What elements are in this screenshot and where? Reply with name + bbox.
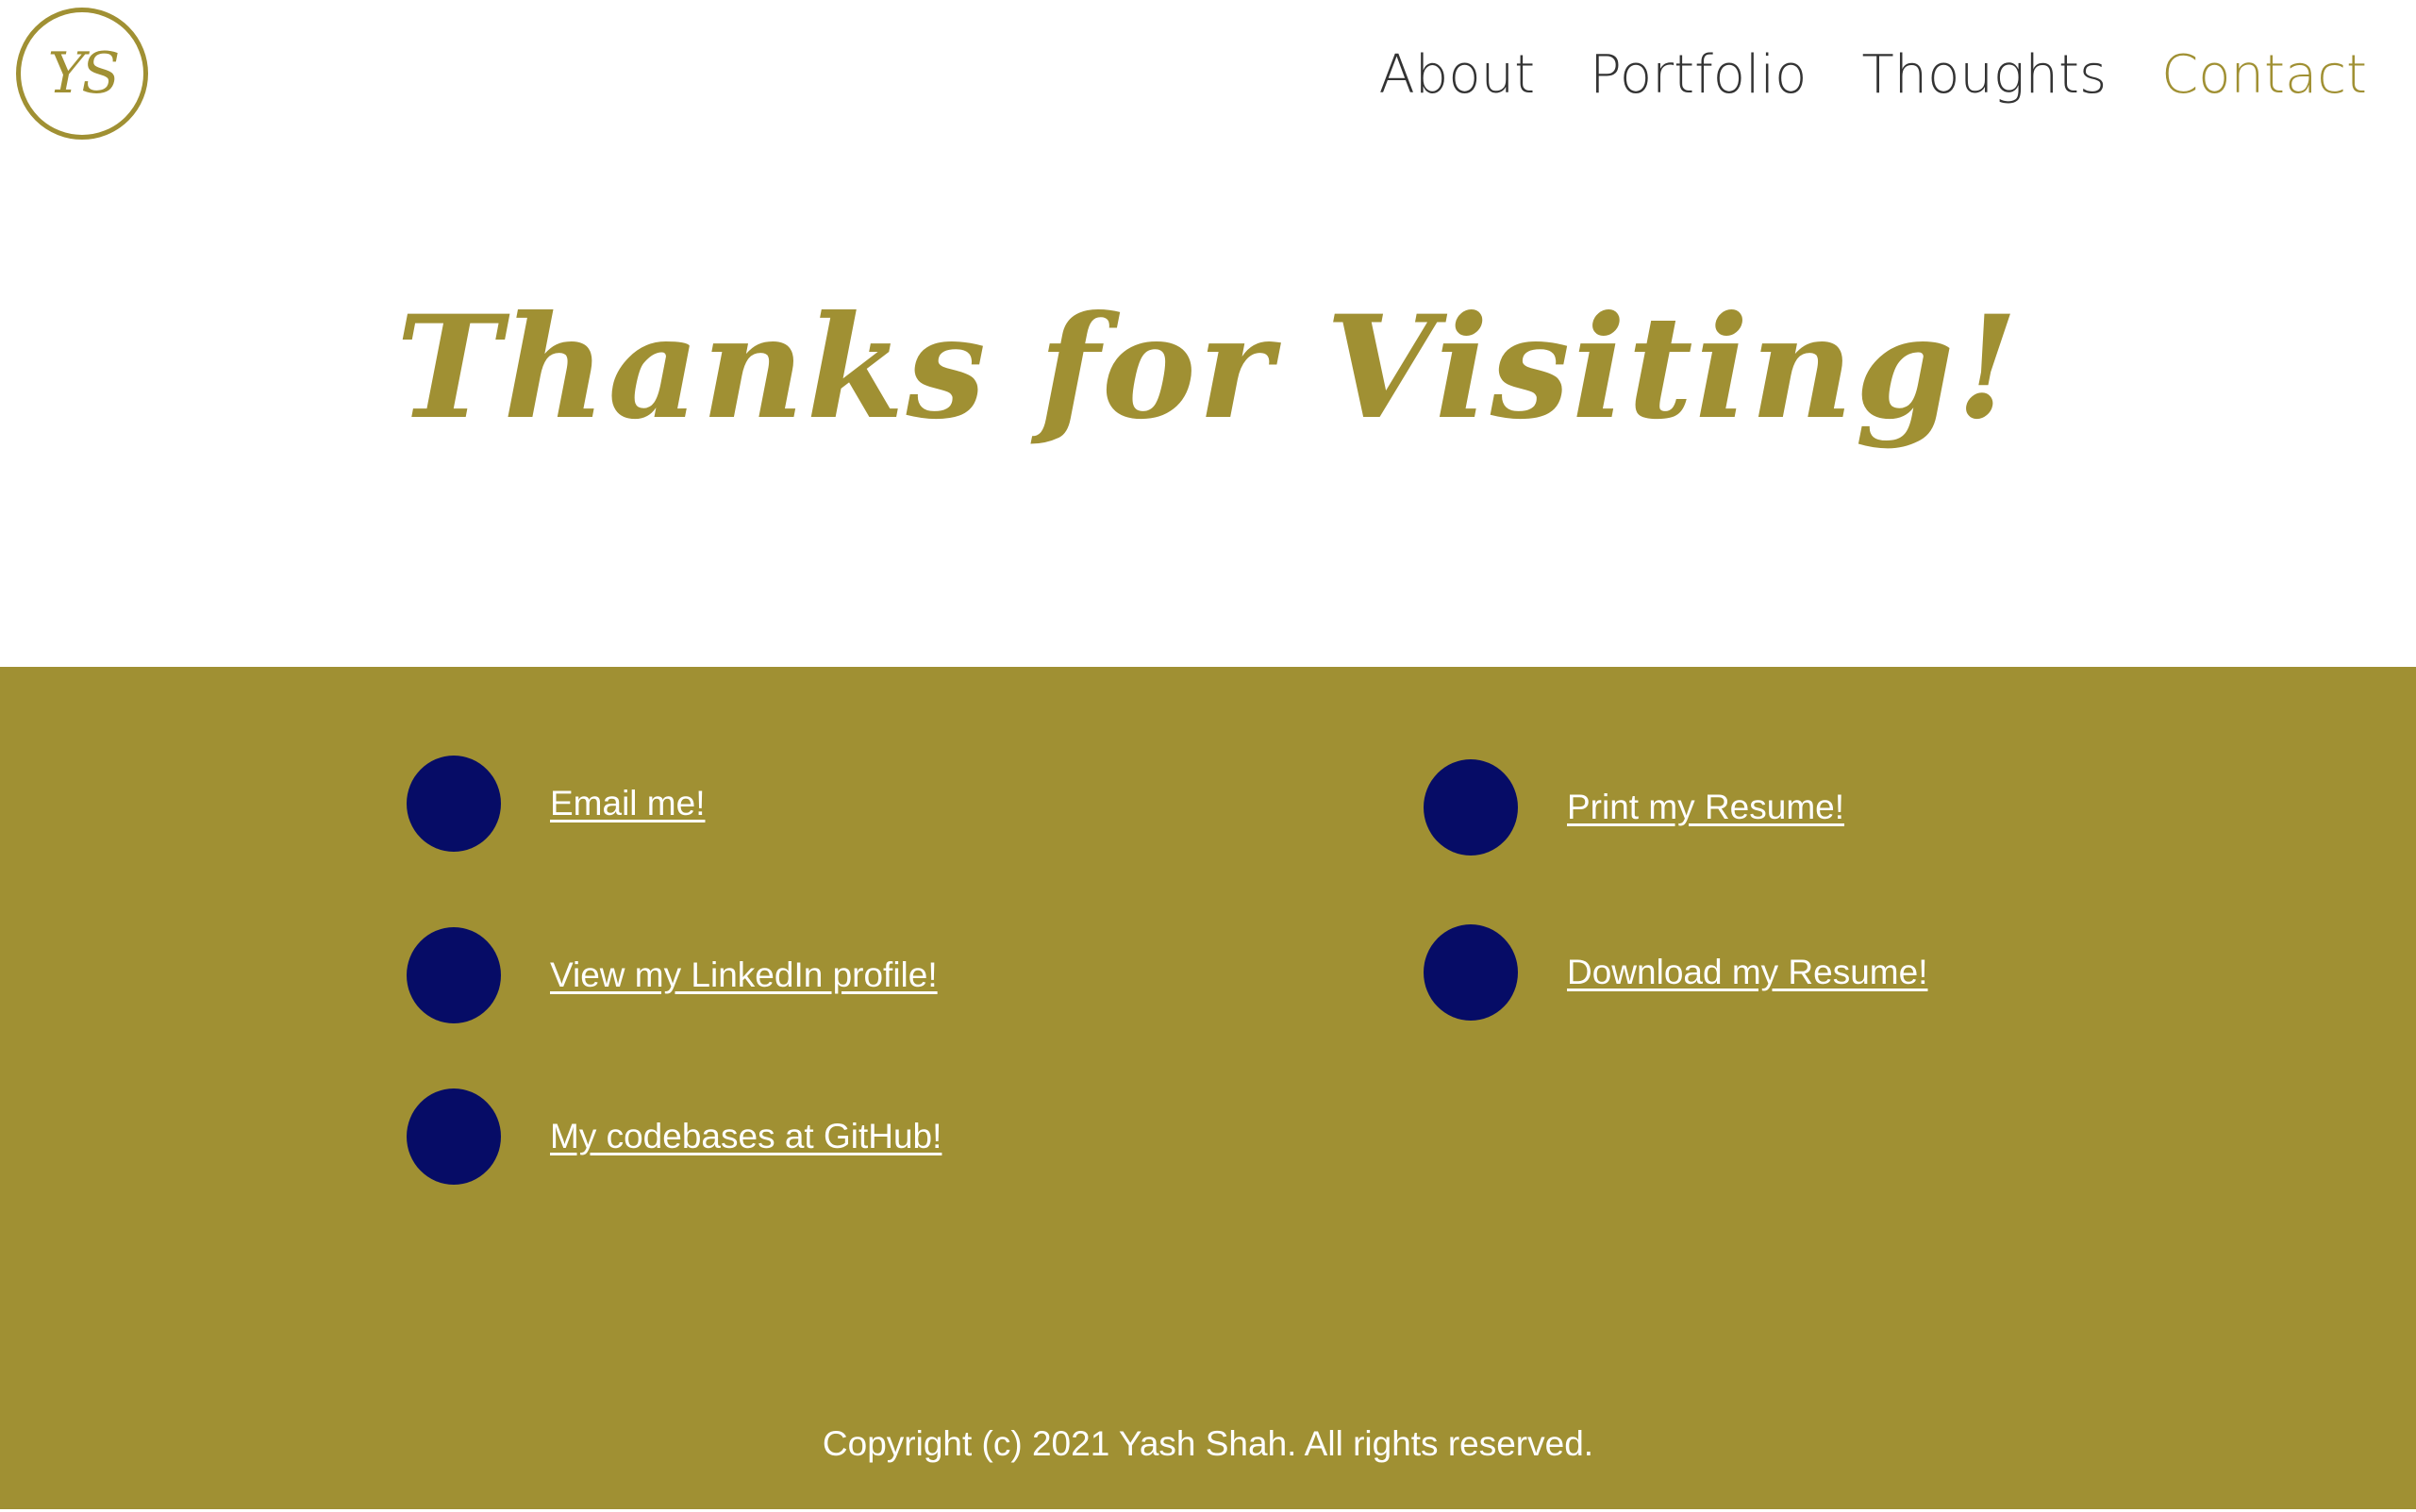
download-icon[interactable] bbox=[1424, 924, 1518, 1021]
email-link-row[interactable]: Email me! bbox=[407, 756, 705, 852]
linkedin-link-row[interactable]: View my LinkedIn profile! bbox=[407, 927, 938, 1023]
nav-portfolio-link[interactable]: Portfolio bbox=[1590, 38, 1807, 113]
nav-thoughts-link[interactable]: Thoughts bbox=[1861, 38, 2107, 113]
email-icon[interactable] bbox=[407, 756, 501, 852]
nav-contact-link[interactable]: Contact bbox=[2161, 38, 2367, 113]
github-icon[interactable] bbox=[407, 1088, 501, 1185]
download-resume-link[interactable]: Download my Resume! bbox=[1567, 953, 1927, 992]
print-resume-link-row[interactable]: Print my Resume! bbox=[1424, 759, 1844, 856]
linkedin-link[interactable]: View my LinkedIn profile! bbox=[550, 955, 938, 995]
logo-monogram: YS bbox=[47, 41, 121, 107]
github-link[interactable]: My codebases at GitHub! bbox=[550, 1117, 941, 1156]
main-nav: About Portfolio Thoughts Contact bbox=[1378, 38, 2367, 113]
email-link[interactable]: Email me! bbox=[550, 784, 705, 823]
nav-about-link[interactable]: About bbox=[1378, 38, 1535, 113]
page: YS About Portfolio Thoughts Contact Than… bbox=[0, 0, 2416, 1512]
logo[interactable]: YS bbox=[16, 8, 148, 140]
github-link-row[interactable]: My codebases at GitHub! bbox=[407, 1088, 941, 1185]
download-resume-link-row[interactable]: Download my Resume! bbox=[1424, 924, 1927, 1021]
print-icon[interactable] bbox=[1424, 759, 1518, 856]
linkedin-icon[interactable] bbox=[407, 927, 501, 1023]
print-resume-link[interactable]: Print my Resume! bbox=[1567, 788, 1844, 827]
copyright-text: Copyright (c) 2021 Yash Shah. All rights… bbox=[822, 1424, 1594, 1463]
page-title: Thanks for Visiting! bbox=[395, 285, 2021, 451]
contact-links-section: Email me! View my LinkedIn profile! My c… bbox=[0, 667, 2416, 1512]
